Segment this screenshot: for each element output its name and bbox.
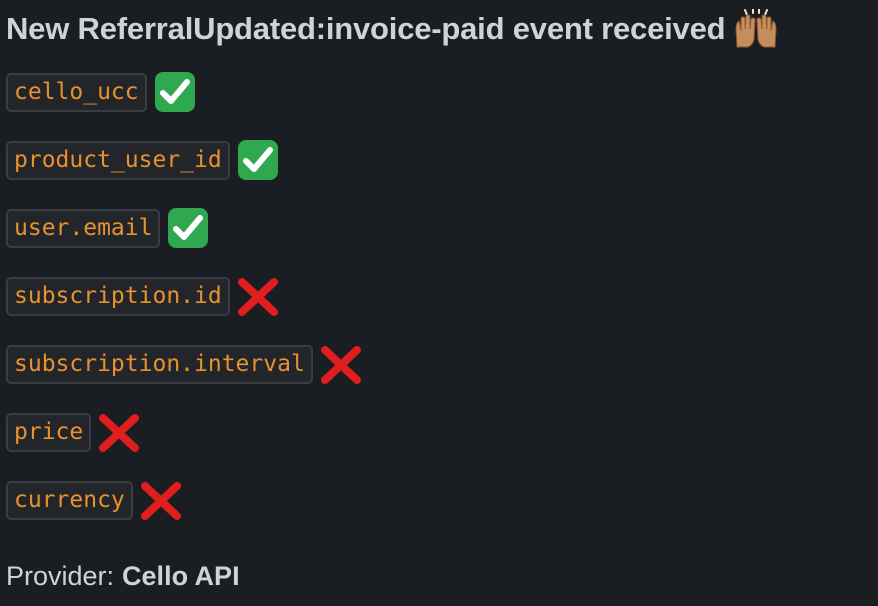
field-row-cello-ucc: cello_ucc	[6, 58, 872, 126]
field-name: user.email	[6, 208, 161, 248]
white-check-mark-icon	[236, 138, 280, 182]
raised-hands-icon	[733, 8, 779, 49]
cross-mark-icon	[139, 478, 183, 522]
field-row-subscription-interval: subscription.interval	[6, 330, 872, 398]
field-name: price	[6, 412, 92, 452]
provider-label: Provider:	[6, 560, 115, 591]
field-row-currency: currency	[6, 466, 872, 534]
field-row-user-email: user.email	[6, 194, 872, 262]
white-check-mark-icon	[166, 206, 210, 250]
provider-line: Provider: Cello API	[6, 556, 240, 596]
cross-mark-icon	[97, 410, 141, 454]
field-row-subscription-id: subscription.id	[6, 262, 872, 330]
field-name: subscription.interval	[6, 344, 313, 384]
cross-mark-icon	[319, 342, 363, 386]
field-name: currency	[6, 480, 133, 520]
event-message: New ReferralUpdated:invoice-paid event r…	[6, 0, 872, 534]
cross-mark-icon	[236, 274, 280, 318]
field-name: subscription.id	[6, 276, 230, 316]
field-name: cello_ucc	[6, 72, 147, 112]
message-header: New ReferralUpdated:invoice-paid event r…	[6, 0, 872, 58]
message-title: New ReferralUpdated:invoice-paid event r…	[6, 11, 726, 46]
field-row-price: price	[6, 398, 872, 466]
field-list: cello_ucc product_user_id user.email sub…	[6, 58, 872, 534]
field-name: product_user_id	[6, 140, 230, 180]
white-check-mark-icon	[153, 70, 197, 114]
field-row-product-user-id: product_user_id	[6, 126, 872, 194]
provider-value: Cello API	[122, 560, 240, 591]
